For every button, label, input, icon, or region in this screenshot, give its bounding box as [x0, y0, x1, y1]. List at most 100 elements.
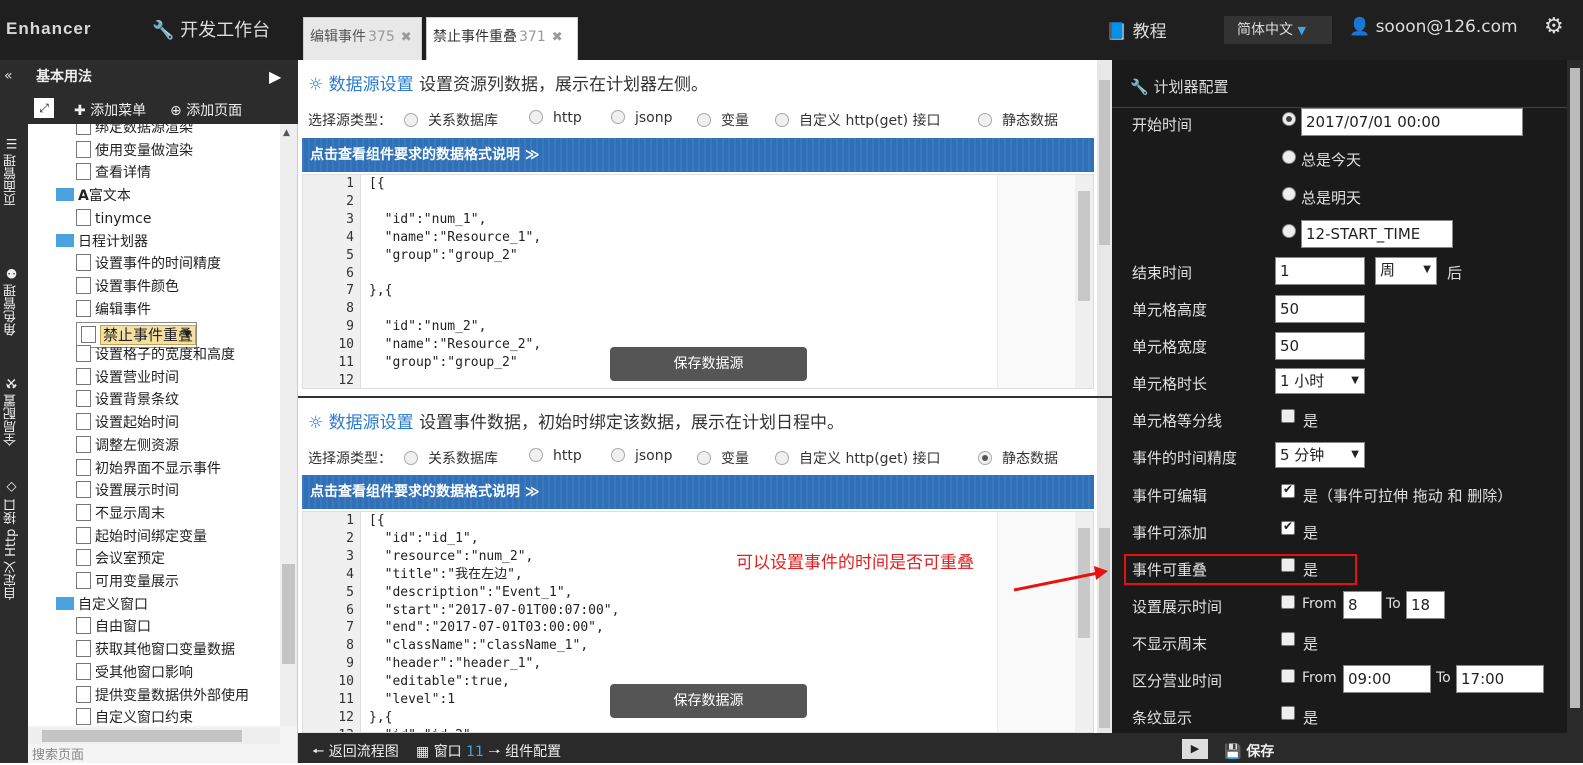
collapse-icon[interactable]: «	[4, 68, 13, 84]
cell-width-input[interactable]: 50	[1275, 332, 1365, 360]
precision-select[interactable]: 5 分钟	[1275, 442, 1365, 468]
save-datasource-button[interactable]: 保存数据源	[610, 684, 807, 718]
source-option[interactable]: 静态数据	[978, 110, 1058, 130]
source-option[interactable]: 自定义 http(get) 接口	[775, 448, 941, 468]
end-unit-select[interactable]: 周	[1375, 257, 1437, 285]
tutorial-link[interactable]: 📘 教程	[1106, 17, 1167, 42]
tree-page[interactable]: 自由窗口	[76, 617, 151, 637]
radio-button[interactable]	[529, 448, 543, 462]
tree-page[interactable]: 设置事件颜色	[76, 276, 179, 297]
expand-icon[interactable]: ⤢	[34, 98, 54, 118]
cell-height-input[interactable]: 50	[1275, 295, 1365, 323]
stripes-checkbox[interactable]	[1281, 706, 1295, 720]
addable-checkbox[interactable]	[1281, 519, 1295, 535]
vnav-http-api[interactable]: 自定义 Http 接口 ◇	[2, 470, 26, 610]
always-tomorrow-radio[interactable]	[1282, 187, 1296, 201]
editor-scrollbar[interactable]	[1075, 175, 1093, 388]
radio-button[interactable]	[978, 451, 992, 465]
tree-page[interactable]: tinymce	[76, 208, 152, 229]
source-option[interactable]: 自定义 http(get) 接口	[775, 110, 941, 130]
dev-workspace-link[interactable]: 🔧 开发工作台	[152, 16, 270, 42]
tree-page[interactable]: 不显示周末	[76, 503, 165, 524]
source-option[interactable]: 静态数据	[978, 448, 1058, 468]
radio-button[interactable]	[775, 451, 789, 465]
scroll-thumb[interactable]	[1078, 191, 1090, 301]
tree-page[interactable]: 使用变量做渲染	[76, 140, 193, 161]
radio-button[interactable]	[404, 451, 418, 465]
start-var-input[interactable]: 12-START_TIME	[1301, 220, 1453, 248]
tree-hscrollbar[interactable]	[28, 728, 280, 744]
scroll-thumb[interactable]	[1099, 80, 1110, 245]
search-input[interactable]: 搜索页面	[28, 744, 298, 763]
radio-button[interactable]	[529, 110, 543, 124]
tree-folder[interactable]: A富文本	[56, 186, 131, 206]
end-value-input[interactable]: 1	[1275, 257, 1365, 285]
format-help-bar[interactable]: 点击查看组件要求的数据格式说明 ≫	[302, 475, 1094, 509]
scroll-thumb[interactable]	[1570, 68, 1580, 708]
hscroll-thumb[interactable]	[42, 730, 242, 742]
tree-scrollbar[interactable]: ▲	[280, 124, 297, 726]
source-option[interactable]: 关系数据库	[404, 448, 498, 468]
tree-page[interactable]: 自定义窗口约束	[76, 708, 193, 726]
source-option[interactable]: jsonp	[611, 448, 673, 464]
radio-button[interactable]	[697, 451, 711, 465]
tree-page[interactable]: 设置展示时间	[76, 481, 179, 501]
tree-page[interactable]: 设置起始时间	[76, 413, 179, 433]
tree-page[interactable]: 可用变量展示	[76, 572, 179, 592]
format-help-bar[interactable]: 点击查看组件要求的数据格式说明 ≫	[302, 138, 1094, 172]
radio-button[interactable]	[775, 113, 789, 127]
language-select[interactable]: 简体中文 ▼	[1224, 16, 1332, 44]
cell-split-checkbox[interactable]	[1281, 409, 1295, 423]
play-icon[interactable]: ▶	[1182, 739, 1208, 759]
radio-button[interactable]	[978, 113, 992, 127]
tree-folder[interactable]: 日程计划器	[56, 232, 148, 252]
scroll-thumb[interactable]	[282, 564, 295, 664]
tree-page[interactable]: 初始界面不显示事件	[76, 458, 221, 479]
editable-checkbox[interactable]	[1281, 482, 1295, 498]
tab-edit-event[interactable]: 编辑事件 375 ✖	[303, 17, 422, 60]
tree-folder[interactable]: 自定义窗口	[56, 595, 148, 615]
start-time-input[interactable]: 2017/07/01 00:00	[1301, 108, 1523, 136]
source-option[interactable]: http	[529, 110, 582, 126]
tab-no-overlap[interactable]: 禁止事件重叠 371 ✖	[426, 17, 578, 60]
start-fixed-radio[interactable]	[1282, 112, 1296, 126]
source-option[interactable]: 变量	[697, 110, 749, 130]
source-option[interactable]: 关系数据库	[404, 110, 498, 130]
tree-page[interactable]: 起始时间绑定变量	[76, 526, 207, 547]
app-logo[interactable]: Enhancer	[6, 14, 91, 40]
gear-icon[interactable]: ⚙	[1544, 14, 1564, 39]
cell-duration-select[interactable]: 1 小时	[1275, 368, 1365, 394]
tree-page[interactable]: 设置格子的宽度和高度	[76, 345, 235, 365]
save-datasource-button[interactable]: 保存数据源	[610, 347, 807, 381]
tree-page[interactable]: 设置营业时间	[76, 367, 179, 388]
config-scrollbar[interactable]	[1567, 60, 1583, 733]
main-scrollbar[interactable]	[1097, 60, 1112, 397]
editor-scrollbar[interactable]	[1075, 512, 1093, 732]
tree-page[interactable]: 查看详情	[76, 163, 151, 183]
play-icon[interactable]: ▶	[269, 60, 281, 94]
radio-button[interactable]	[404, 113, 418, 127]
biz-from-input[interactable]: 09:00	[1343, 665, 1431, 693]
always-today-radio[interactable]	[1282, 150, 1296, 164]
no-weekend-checkbox[interactable]	[1281, 632, 1295, 646]
add-page-button[interactable]: ⊕ 添加页面	[170, 100, 242, 120]
close-icon[interactable]: ✖	[552, 30, 563, 45]
scroll-up-icon[interactable]: ▲	[283, 128, 290, 138]
business-hours-checkbox[interactable]	[1281, 669, 1295, 683]
vnav-page-management[interactable]: 页面管理 ☰	[2, 100, 26, 240]
tree-page[interactable]: 编辑事件	[76, 299, 151, 320]
user-menu[interactable]: 👤 sooon@126.com	[1349, 17, 1518, 37]
radio-button[interactable]	[697, 113, 711, 127]
radio-button[interactable]	[611, 448, 625, 462]
vnav-role-management[interactable]: 角色管理 ⚉	[2, 250, 26, 350]
source-option[interactable]: http	[529, 448, 582, 464]
show-from-input[interactable]: 8	[1343, 591, 1382, 619]
source-option[interactable]: 变量	[697, 448, 749, 468]
scroll-thumb[interactable]	[1099, 528, 1110, 728]
show-time-checkbox[interactable]	[1281, 595, 1295, 609]
biz-to-input[interactable]: 17:00	[1456, 665, 1544, 693]
show-to-input[interactable]: 18	[1406, 591, 1445, 619]
window-number[interactable]: 11	[466, 744, 484, 760]
source-option[interactable]: jsonp	[611, 110, 673, 126]
start-var-radio[interactable]	[1282, 224, 1296, 238]
